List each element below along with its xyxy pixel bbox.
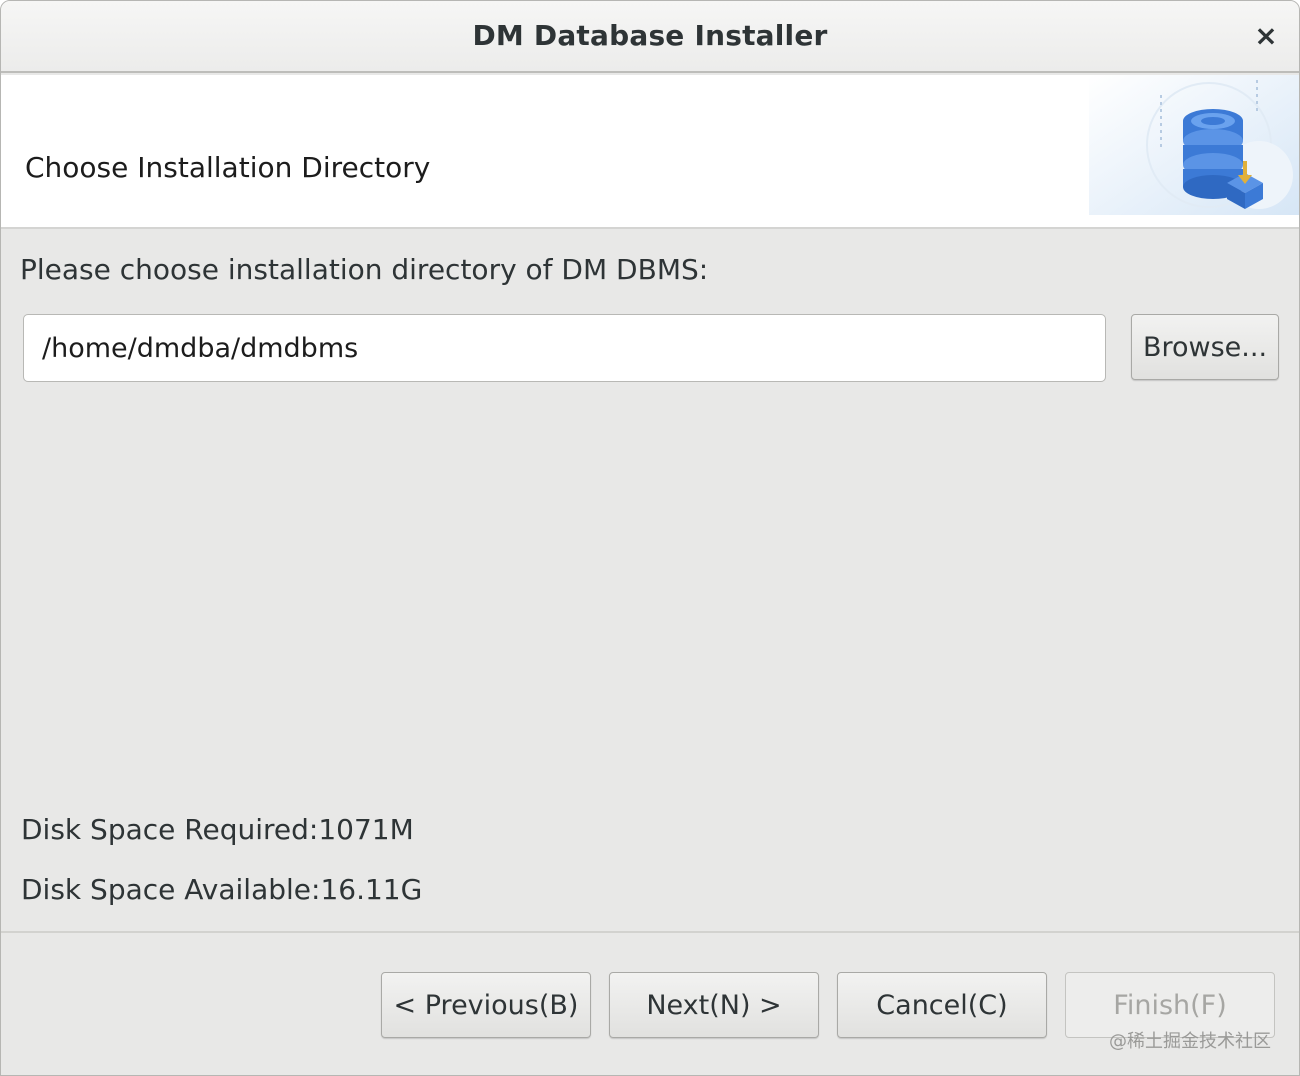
install-path-input[interactable]: [23, 314, 1106, 382]
database-install-icon: [1089, 75, 1299, 215]
footer-divider: [1, 931, 1299, 933]
next-button[interactable]: Next(N) >: [609, 972, 819, 1038]
cancel-button[interactable]: Cancel(C): [837, 972, 1047, 1038]
directory-prompt-label: Please choose installation directory of …: [20, 253, 709, 286]
browse-button[interactable]: Browse...: [1131, 314, 1279, 380]
close-button[interactable]: ×: [1251, 21, 1281, 51]
header-banner: Choose Installation Directory: [1, 75, 1299, 229]
title-bar[interactable]: DM Database Installer ×: [1, 1, 1299, 73]
watermark-text: @稀土掘金技术社区: [1109, 1031, 1271, 1052]
page-title: Choose Installation Directory: [25, 151, 431, 184]
close-icon: ×: [1254, 19, 1278, 52]
disk-space-available: Disk Space Available:16.11G: [21, 873, 423, 906]
installer-window: DM Database Installer × Choose Installat…: [0, 0, 1300, 1076]
window-title: DM Database Installer: [472, 19, 828, 52]
disk-space-required: Disk Space Required:1071M: [21, 813, 414, 846]
previous-button[interactable]: < Previous(B): [381, 972, 591, 1038]
